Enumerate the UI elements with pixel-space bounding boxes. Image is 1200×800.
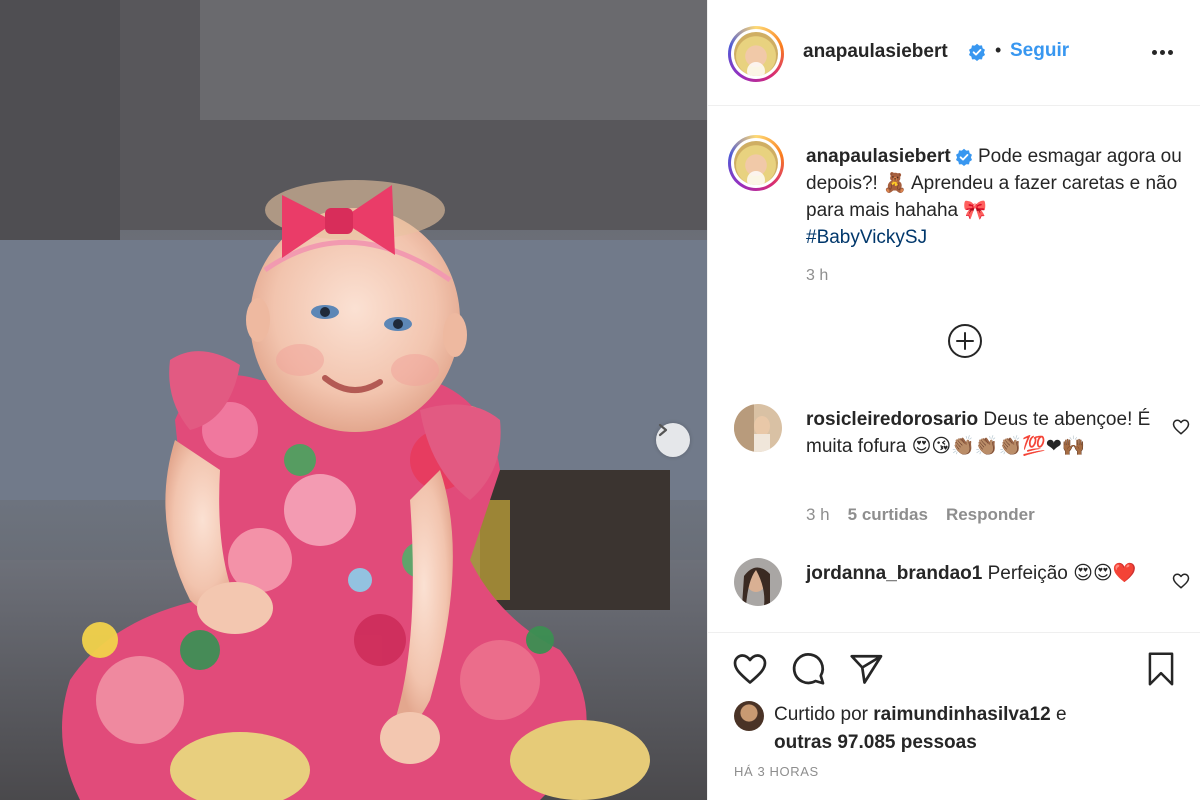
liked-by-connector: e [1055, 704, 1067, 725]
liker-username[interactable]: raimundinhasilva12 [873, 704, 1050, 725]
post-photo[interactable] [0, 0, 707, 800]
comment-body: Perfeição 😍😍❤️ [987, 563, 1137, 584]
reply-button[interactable]: Responder [946, 505, 1035, 525]
author-avatar[interactable] [728, 26, 784, 82]
comment-text: rosicleiredorosario Deus te abençoe! É m… [806, 406, 1166, 460]
chevron-right-icon [658, 423, 668, 437]
author-username[interactable]: anapaulasiebert [803, 41, 948, 63]
follow-button[interactable]: Seguir [1010, 40, 1069, 62]
caption-author-avatar[interactable] [728, 135, 784, 191]
comment-meta: 3 h 5 curtidas Responder [806, 505, 1035, 525]
commenter-avatar[interactable] [734, 558, 782, 606]
photo-illustration [0, 0, 707, 800]
comment-icon[interactable] [790, 651, 826, 687]
next-photo-button[interactable] [656, 423, 690, 457]
commenter-username[interactable]: jordanna_brandao1 [806, 563, 982, 584]
verified-badge-icon [969, 43, 985, 61]
liker-avatar[interactable] [734, 701, 764, 731]
caption-time: 3 h [806, 267, 829, 284]
comment-likes[interactable]: 5 curtidas [848, 505, 928, 525]
caption-author-username[interactable]: anapaulasiebert [806, 146, 951, 167]
bookmark-icon[interactable] [1144, 651, 1178, 687]
post-timestamp: HÁ 3 HORAS [734, 764, 819, 779]
comment-text: jordanna_brandao1 Perfeição 😍😍❤️ [806, 560, 1166, 587]
liked-by-text: Curtido por raimundinhasilva12 e outras … [774, 701, 1154, 757]
share-icon[interactable] [848, 651, 884, 687]
commenter-avatar[interactable] [734, 404, 782, 452]
heart-icon[interactable] [1172, 418, 1190, 436]
add-comment-icon[interactable] [947, 323, 983, 359]
caption-text-block: anapaulasiebert Pode esmagar agora ou de… [806, 143, 1186, 251]
liked-by-prefix: Curtido por [774, 704, 868, 725]
caption-hashtag[interactable]: #BabyVickySJ [806, 227, 927, 248]
separator-dot: • [995, 40, 1002, 60]
commenter-username[interactable]: rosicleiredorosario [806, 409, 978, 430]
like-button-heart-icon[interactable] [732, 651, 768, 687]
post-header: anapaulasiebert • Seguir [708, 0, 1200, 106]
more-options-icon[interactable] [1152, 50, 1173, 55]
post-side-panel: anapaulasiebert • Seguir anapaulasiebert… [707, 0, 1200, 800]
likes-count[interactable]: outras 97.085 pessoas [774, 732, 977, 753]
heart-icon[interactable] [1172, 572, 1190, 590]
comment-time: 3 h [806, 505, 830, 524]
verified-badge-icon [955, 148, 972, 166]
